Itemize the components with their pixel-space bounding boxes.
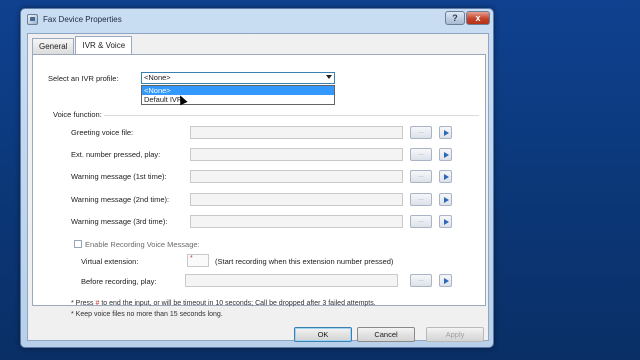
warning-1st-label: Warning message (1st time): [71,172,167,181]
ext-number-play-icon[interactable] [439,148,452,161]
before-recording-input[interactable] [185,274,398,287]
help-button[interactable]: ? [445,11,465,25]
ivr-profile-dropdown-list: <None> Default IVR [141,85,335,105]
ext-number-browse-button[interactable]: ... [410,148,432,161]
greeting-play-icon[interactable] [439,126,452,139]
dropdown-option-none[interactable]: <None> [142,86,334,95]
greeting-voice-file-input[interactable] [190,126,403,139]
close-button[interactable]: x [466,11,490,25]
virtual-extension-input[interactable]: * [187,254,209,267]
ok-button[interactable]: OK [294,327,352,342]
chevron-down-icon[interactable] [326,75,332,79]
before-recording-label: Before recording, play: [81,277,157,286]
voice-function-divider [59,115,479,116]
footnote-voice-length: * Keep voice files no more than 15 secon… [71,311,223,318]
footnote-line1-suffix: to end the input, or will be timeout in … [99,300,376,307]
warning-1st-play-icon[interactable] [439,170,452,183]
warning-2nd-label: Warning message (2nd time): [71,195,170,204]
greeting-browse-button[interactable]: ... [410,126,432,139]
warning-3rd-play-icon[interactable] [439,215,452,228]
dialog-client-area: General IVR & Voice Select an IVR profil… [27,33,489,342]
before-recording-browse-button[interactable]: ... [410,274,432,287]
cancel-button[interactable]: Cancel [357,327,415,342]
tab-strip: General IVR & Voice [32,36,133,54]
warning-3rd-label: Warning message (3rd time): [71,217,168,226]
warning-2nd-input[interactable] [190,193,403,206]
voice-function-label: Voice function: [53,110,104,119]
footnote-press-hash: * Press # to end the input, or will be t… [71,300,376,307]
fax-app-icon [27,14,38,25]
tab-general[interactable]: General [32,38,75,54]
ivr-profile-select[interactable]: <None> [141,72,335,84]
tab-ivr-voice[interactable]: IVR & Voice [75,36,133,54]
warning-1st-input[interactable] [190,170,403,183]
dropdown-option-default-ivr[interactable]: Default IVR [142,95,334,104]
greeting-voice-file-label: Greeting voice file: [71,128,134,137]
warning-1st-browse-button[interactable]: ... [410,170,432,183]
title-bar[interactable]: Fax Device Properties ? x [21,9,493,31]
ivr-profile-selected-value: <None> [144,73,171,82]
warning-3rd-browse-button[interactable]: ... [410,215,432,228]
ivr-profile-label: Select an IVR profile: [48,74,119,83]
warning-2nd-play-icon[interactable] [439,193,452,206]
warning-2nd-browse-button[interactable]: ... [410,193,432,206]
footnote-line1-prefix: * Press [71,300,96,307]
enable-recording-label: Enable Recording Voice Message: [85,240,200,249]
ext-number-pressed-label: Ext. number pressed, play: [71,150,161,159]
virtual-extension-hint: (Start recording when this extension num… [215,257,394,266]
before-recording-play-icon[interactable] [439,274,452,287]
enable-recording-checkbox[interactable] [74,240,82,248]
warning-3rd-input[interactable] [190,215,403,228]
ivr-voice-panel: Select an IVR profile: <None> <None> Def… [32,54,486,318]
window-title: Fax Device Properties [43,15,122,24]
fax-device-properties-window: Fax Device Properties ? x General IVR & … [20,8,494,348]
virtual-extension-label: Virtual extension: [81,257,139,266]
ext-number-pressed-input[interactable] [190,148,403,161]
apply-button[interactable]: Apply [426,327,484,342]
